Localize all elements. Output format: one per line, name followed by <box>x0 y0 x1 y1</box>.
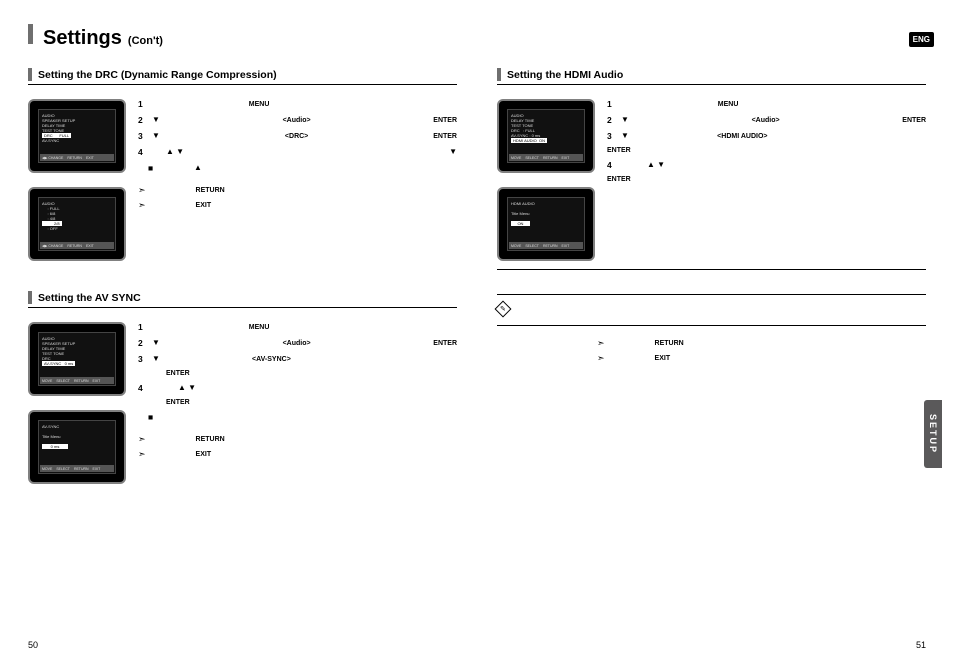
tv-screenshot: AUDIO SPEAKER SETUP DELAY TIME TEST TONE… <box>28 322 126 396</box>
section-heading: Setting the DRC (Dynamic Range Compressi… <box>38 69 277 81</box>
menu-label: MENU <box>249 101 270 108</box>
step-num: 2 <box>607 115 615 125</box>
section-avsync: Setting the AV SYNC AUDIO SPEAKER SETUP … <box>28 291 457 484</box>
enter-label: ENTER <box>166 370 190 377</box>
page-title: Settings (Con't) <box>28 24 457 50</box>
enter-label: ENTER <box>433 340 457 347</box>
return-label: RETURN <box>196 187 225 194</box>
step-num: 4 <box>138 147 146 157</box>
step-num: 4 <box>138 383 146 393</box>
section-heading: Setting the AV SYNC <box>38 292 141 304</box>
avsync-tag: <AV-SYNC> <box>252 356 291 363</box>
menu-label: MENU <box>249 324 270 331</box>
language-badge: ENG <box>909 32 934 47</box>
step-num: 2 <box>138 115 146 125</box>
tv-screenshot: AUDIO : FULL : 6/8 : 4/8 2/8 : OFF ◀▶ CH… <box>28 187 126 261</box>
exit-icon: ➣ <box>138 200 146 211</box>
enter-label: ENTER <box>433 133 457 140</box>
page-number-left: 50 <box>28 640 38 650</box>
step-num: 1 <box>607 99 615 109</box>
step-num: 1 <box>138 322 146 332</box>
hdmi-tag: <HDMI AUDIO> <box>717 133 767 140</box>
page-number-right: 51 <box>916 640 926 650</box>
up-down-arrow-icon: ▲ ▼ <box>166 148 184 156</box>
step-num: 2 <box>138 338 146 348</box>
section-hdmi: Setting the HDMI Audio AUDIO DELAY TIME … <box>497 68 926 364</box>
menu-label: MENU <box>718 101 739 108</box>
down-arrow-icon: ▼ <box>152 355 160 363</box>
step-num: 3 <box>607 131 615 141</box>
enter-label: ENTER <box>607 176 631 183</box>
return-icon: ➣ <box>138 185 146 196</box>
return-label: RETURN <box>655 340 684 347</box>
step-num: 1 <box>138 99 146 109</box>
enter-label: ENTER <box>607 147 631 154</box>
exit-label: EXIT <box>655 355 671 362</box>
up-arrow-icon: ▲ <box>194 164 202 172</box>
title-main: Settings <box>43 27 122 50</box>
down-arrow-icon: ▼ <box>449 148 457 156</box>
title-cont: (Con't) <box>128 35 163 47</box>
exit-icon: ➣ <box>138 449 146 460</box>
step-num: 4 <box>607 160 615 170</box>
down-arrow-icon: ▼ <box>152 132 160 140</box>
tv-screenshot: AV-SYNC Title Menu 0 ms MOVESELECTRETURN… <box>28 410 126 484</box>
tv-screenshot: AUDIO DELAY TIME TEST TONE DRC : FULL AV… <box>497 99 595 173</box>
side-tab-setup: SETUP <box>924 400 942 468</box>
tv-screenshot: AUDIO SPEAKER SETUP DELAY TIME TEST TONE… <box>28 99 126 173</box>
up-down-arrow-icon: ▲ ▼ <box>647 161 665 169</box>
audio-tag: <Audio> <box>283 340 311 347</box>
exit-label: EXIT <box>196 202 212 209</box>
return-icon: ➣ <box>597 338 605 349</box>
down-arrow-icon: ▼ <box>152 116 160 124</box>
section-heading: Setting the HDMI Audio <box>507 69 623 81</box>
note-icon: ✎ <box>495 301 512 318</box>
audio-tag: <Audio> <box>283 117 311 124</box>
up-down-arrow-icon: ▲ ▼ <box>178 384 196 392</box>
section-drc: Setting the DRC (Dynamic Range Compressi… <box>28 68 457 261</box>
enter-label: ENTER <box>433 117 457 124</box>
return-icon: ➣ <box>138 434 146 445</box>
drc-tag: <DRC> <box>285 133 308 140</box>
enter-label: ENTER <box>166 399 190 406</box>
down-arrow-icon: ▼ <box>152 339 160 347</box>
down-arrow-icon: ▼ <box>621 132 629 140</box>
step-num: 3 <box>138 354 146 364</box>
audio-tag: <Audio> <box>752 117 780 124</box>
exit-label: EXIT <box>196 451 212 458</box>
down-arrow-icon: ▼ <box>621 116 629 124</box>
step-num: 3 <box>138 131 146 141</box>
enter-label: ENTER <box>902 117 926 124</box>
tv-screenshot: HDMI AUDIO Title Menu ON MOVESELECTRETUR… <box>497 187 595 261</box>
return-label: RETURN <box>196 436 225 443</box>
exit-icon: ➣ <box>597 353 605 364</box>
